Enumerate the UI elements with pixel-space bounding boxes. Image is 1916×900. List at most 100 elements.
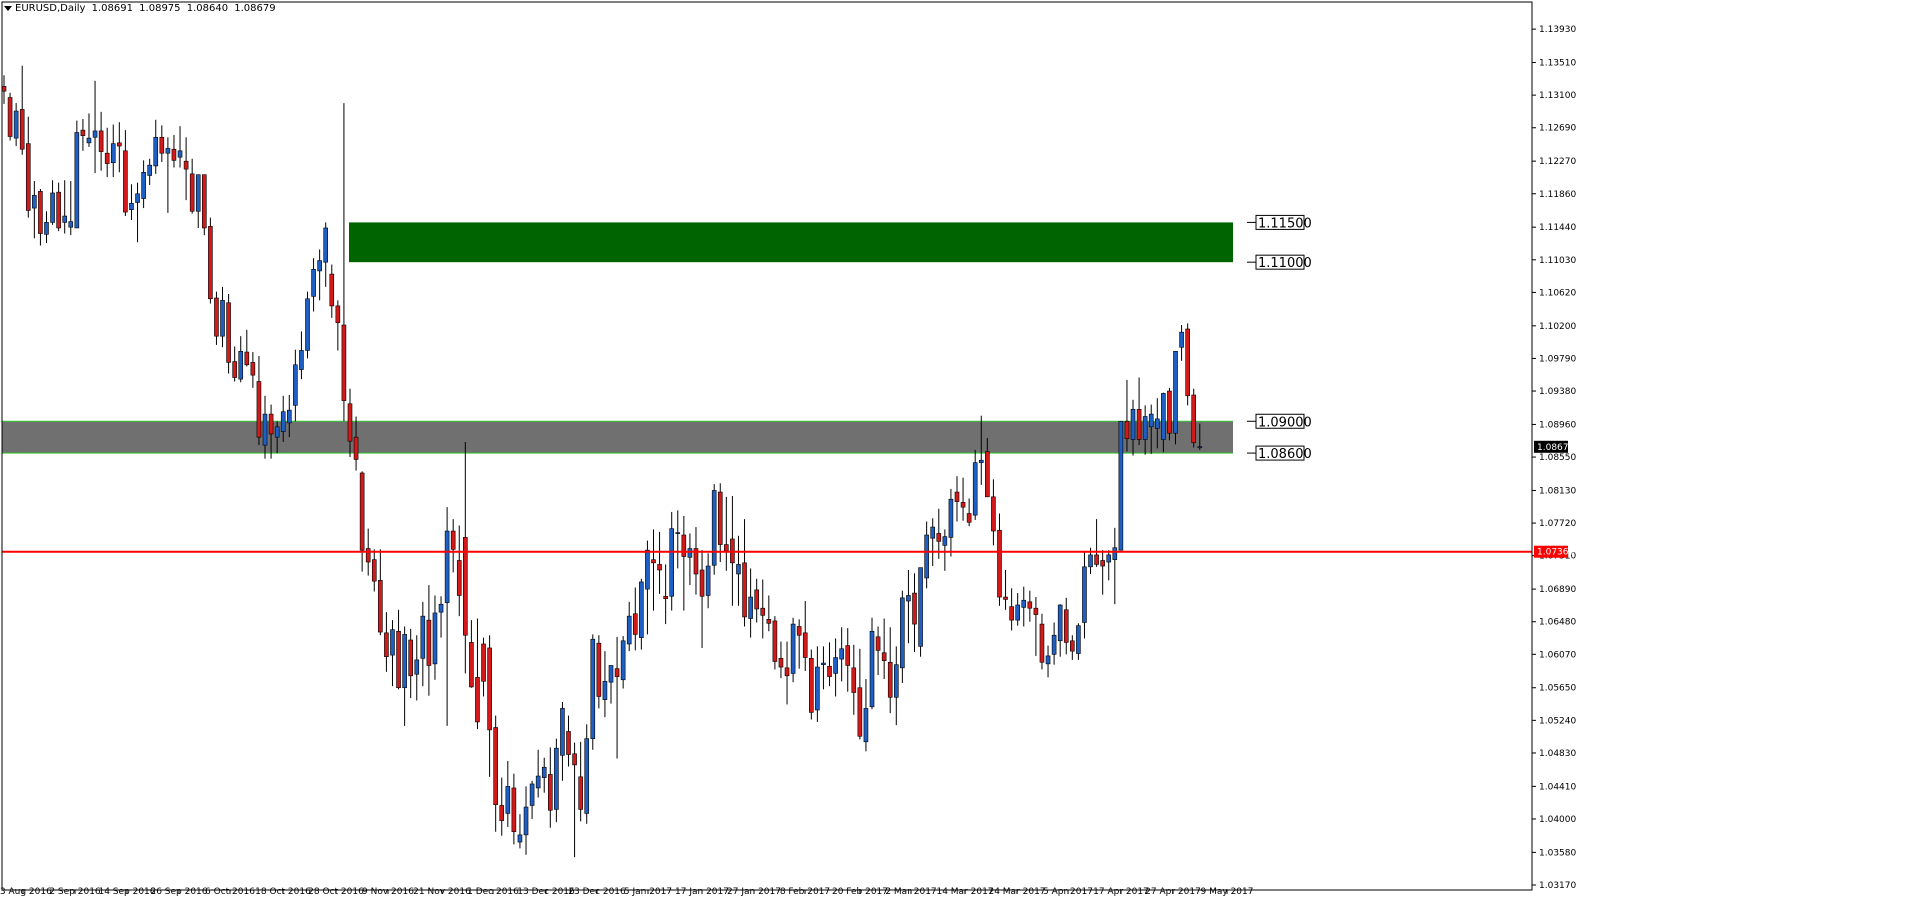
candle [1009,588,1014,631]
bearish-candle-body [632,613,638,635]
candle [972,449,978,520]
bullish-candle-body [305,298,310,351]
bullish-candle-body [402,634,407,689]
bullish-candle-body [135,193,140,203]
candle [1039,613,1045,670]
candle [675,510,681,569]
y-tick-label: 1.06890 [1539,585,1576,595]
bearish-candle-body [1167,390,1172,434]
price-chart[interactable]: 1.13930 1.13510 1.13100 1.12690 1.12270 1.118… [0,0,1916,897]
chart-window[interactable]: EURUSD,Daily 1.08691 1.08975 1.08640 1.0… [0,0,1916,897]
bearish-candle-body [1100,560,1105,567]
bullish-candle-body [92,130,98,138]
y-tick-label: 1.06480 [1539,618,1576,628]
bearish-candle-body [469,642,474,688]
x-tick-label: 1 Dec 2016 [467,887,519,896]
bearish-candle-body [766,619,772,624]
candle [214,291,219,345]
y-tick-label: 1.11440 [1539,223,1576,233]
x-tick-label: 5 Jan 2017 [624,887,672,896]
candle [293,349,298,422]
bullish-candle-body [293,364,298,406]
bearish-candle-body [802,632,808,658]
bearish-candle-body [353,436,359,460]
candle [456,525,462,617]
candle [839,627,844,682]
candle [815,646,820,722]
candle [299,331,304,380]
bearish-candle-body [657,564,662,571]
bearish-candle-body [171,148,177,161]
candle [827,642,832,687]
resistance-low-label: 1.11000 [1258,256,1312,271]
bullish-candle-body [978,459,984,463]
bearish-candle-body [596,642,602,697]
bullish-candle-body [1051,634,1057,655]
bearish-candle-body [202,174,207,229]
bearish-candle-body [98,130,104,152]
candle [1057,604,1063,657]
y-tick-label: 1.10200 [1539,322,1576,332]
bearish-candle-body [347,403,353,442]
candle [396,609,401,690]
candle [584,724,590,824]
candle [1191,388,1197,448]
bullish-candle-body [972,462,978,516]
candle [1082,550,1087,639]
bearish-candle-body [214,297,219,337]
support-zone [2,421,1233,454]
bearish-candle-body [487,647,492,731]
bearish-candle-body [614,668,620,677]
dropdown-triangle-icon[interactable] [4,5,12,11]
candle [481,637,486,697]
candle [1173,350,1178,445]
bearish-candle-body [827,665,832,677]
candle [699,550,705,648]
candle [74,120,80,229]
candle [705,553,711,609]
y-tick-label: 1.04410 [1539,782,1576,792]
bearish-candle-body [717,491,723,545]
candle [887,627,893,714]
bullish-candle-body [523,806,529,836]
bearish-candle-body [426,619,432,666]
candle [693,527,699,595]
zone-labels-layer: 1.11500 1.11000 1.09000 1.08600 [1247,214,1312,462]
bearish-candle-body [572,753,577,766]
candle [663,564,668,625]
candles-layer [1,65,1203,858]
bullish-candle-body [165,148,171,154]
y-tick-label: 1.13930 [1539,25,1576,35]
bullish-candle-body [1112,547,1118,560]
bearish-candle-body [80,129,86,137]
bullish-candle-body [900,597,905,669]
bearish-candle-body [960,502,966,508]
low-value: 1.08640 [186,3,229,14]
candle [505,760,511,827]
bearish-candle-body [208,226,213,300]
bullish-candle-body [110,143,116,164]
candle [38,188,43,246]
x-tick-label: 9 May 2017 [1201,887,1254,896]
bearish-candle-body [1,86,7,92]
candle [590,634,596,750]
bullish-candle-body [1082,566,1087,623]
candle [432,595,438,680]
bullish-candle-body [906,595,911,602]
candle [821,646,826,690]
candle [323,222,329,287]
candle [760,579,766,639]
bullish-candle-body [590,638,596,739]
candle [493,715,498,832]
bearish-candle-body [1191,394,1197,444]
candle [711,484,717,575]
bullish-candle-body [129,203,134,210]
y-tick-label: 1.11030 [1539,256,1576,266]
candle [195,174,201,228]
candle [651,529,656,611]
x-tick-label: 8 Feb 2017 [780,887,830,896]
candle [523,786,529,855]
bearish-candle-body [226,302,231,363]
bullish-candle-body [815,666,820,711]
bearish-candle-body [760,607,766,616]
